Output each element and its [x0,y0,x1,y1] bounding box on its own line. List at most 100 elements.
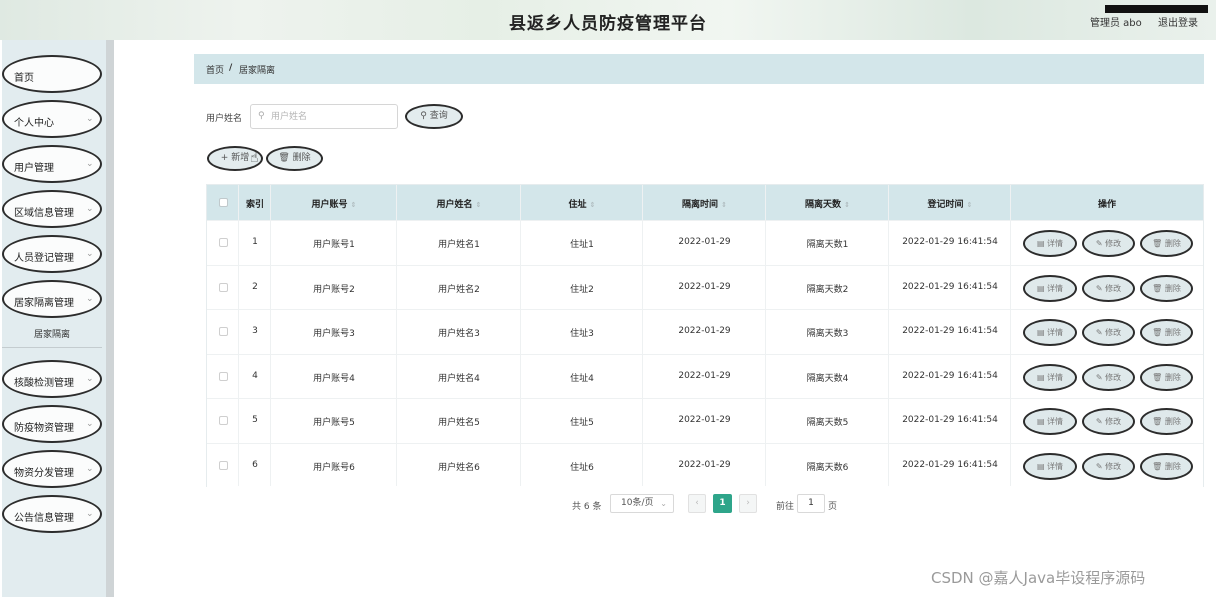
detail-button[interactable]: ▤ 详情 [1023,274,1077,302]
sidebar-item-label: 核酸检测管理 [14,378,74,389]
column-divider [888,185,889,486]
trash-icon: 🗑 [1152,417,1165,427]
doc-icon: ▤ [1036,239,1048,248]
next-page-button[interactable]: › [739,494,757,513]
sidebar-item-home-isolation[interactable]: 居家隔离管理 ⌄ [2,280,102,318]
column-header-account[interactable]: 用户账号 ⇕ [271,197,397,210]
sidebar-item-label: 首页 [14,73,34,84]
chevron-down-icon: ⌄ [86,419,94,429]
current-page-button[interactable]: 1 [713,494,732,513]
detail-button-label: 详情 [1047,417,1064,427]
edit-button-label: 修改 [1105,283,1122,293]
cell-register-time: 2022-01-29 16:41:54 [902,326,998,337]
sidebar-item-users[interactable]: 用户管理 ⌄ [2,145,102,183]
pencil-icon: ✎ [1095,283,1106,293]
cell-isolation-days: 隔离天数1 [806,240,849,250]
detail-button[interactable]: ▤ 详情 [1023,453,1077,480]
row-checkbox[interactable] [219,327,228,337]
logout-link[interactable]: 退出登录 [1158,14,1198,29]
cell-address: 住址2 [570,284,594,295]
prev-page-button[interactable]: ‹ [688,494,706,513]
delete-button[interactable]: 🗑 删除 [1140,319,1193,347]
column-header-isolation-days[interactable]: 隔离天数 ⇕ [766,197,889,210]
sidebar-item-registration[interactable]: 人员登记管理 ⌄ [2,235,102,273]
column-divider [642,185,643,486]
cell-index: 6 [252,460,258,470]
trash-icon: 🗑 [1152,372,1165,382]
detail-button-label: 详情 [1047,372,1064,382]
search-button-label: 查询 [429,111,448,121]
delete-button-label: 删除 [1164,417,1181,427]
delete-button[interactable]: 🗑 删除 [1140,408,1193,436]
delete-button[interactable]: 🗑 删除 [1140,363,1193,391]
column-header-name[interactable]: 用户姓名 ⇕ [397,197,521,210]
edit-button[interactable]: ✎ 修改 [1082,274,1135,302]
breadcrumb-current: 居家隔离 [239,66,276,76]
cell-register-time: 2022-01-29 16:41:54 [902,237,998,247]
redaction-bar [1105,5,1208,13]
sidebar-item-label: 个人中心 [14,118,54,129]
add-button-label: + 新增 [220,153,250,163]
detail-button[interactable]: ▤ 详情 [1023,363,1077,391]
edit-button[interactable]: ✎ 修改 [1082,363,1135,391]
delete-button[interactable]: 🗑 删除 [1140,453,1193,480]
cell-address: 住址4 [570,373,594,384]
row-checkbox[interactable] [219,282,228,292]
detail-button[interactable]: ▤ 详情 [1023,408,1077,436]
edit-button[interactable]: ✎ 修改 [1082,230,1135,257]
submenu-item-home-isolation[interactable]: 居家隔离 [2,322,102,348]
search-input[interactable] [271,109,391,124]
cell-account: 用户账号5 [313,418,355,429]
pencil-icon: ✎ [1095,417,1106,427]
column-divider [520,185,521,486]
cell-isolation-days: 隔离天数4 [806,373,849,384]
detail-button[interactable]: ▤ 详情 [1023,230,1077,257]
breadcrumb-home[interactable]: 首页 [206,63,224,76]
column-header-register-time[interactable]: 登记时间 ⇕ [889,197,1011,210]
cell-address: 住址1 [570,240,594,250]
delete-button[interactable]: 🗑 删除 [1140,230,1193,257]
sidebar-item-supplies[interactable]: 防疫物资管理 ⌄ [2,405,102,443]
sidebar-item-nucleic-test[interactable]: 核酸检测管理 ⌄ [2,360,102,398]
table-row: 2 用户账号2 用户姓名2 住址2 2022-01-29 隔离天数2 2022-01-29 … [207,264,1203,310]
sidebar-item-announcements[interactable]: 公告信息管理 ⌄ [2,495,102,533]
sidebar-scroll-edge[interactable] [106,40,114,597]
page-size-select[interactable]: 10条/页 ⌄ [610,494,674,513]
row-checkbox[interactable] [219,461,228,470]
sidebar-item-distribution[interactable]: 物资分发管理 ⌄ [2,450,102,488]
sidebar-item-home[interactable]: 首页 [2,55,102,93]
chevron-down-icon: ⌄ [86,249,94,259]
column-header-isolation-time[interactable]: 隔离时间 ⇕ [643,197,766,210]
cell-isolation-time: 2022-01-29 [678,415,731,426]
select-all-checkbox[interactable] [219,198,228,207]
delete-button[interactable]: 🗑 删除 [1140,274,1193,302]
cell-isolation-days: 隔离天数3 [806,329,849,340]
table-header: 索引 用户账号 ⇕ 用户姓名 ⇕ 住址 ⇕ 隔离时间 ⇕ 隔离天数 ⇕ 登记时间 ⇕ 操作 [207,185,1203,220]
sidebar-item-label: 用户管理 [14,163,54,174]
delete-button-label: 删除 [1164,283,1181,293]
page-size-value: 10条/页 [621,498,654,508]
row-checkbox[interactable] [219,416,228,426]
goto-page-input[interactable]: 1 [797,494,825,513]
column-header-address[interactable]: 住址 ⇕ [521,197,643,210]
sidebar-item-personal[interactable]: 个人中心 ⌄ [2,100,102,138]
app-title: 县返乡人员防疫管理平台 [509,14,707,34]
doc-icon: ▤ [1036,462,1048,471]
sidebar-item-regions[interactable]: 区域信息管理 ⌄ [2,190,102,228]
table-row: 1 用户账号1 用户姓名1 住址1 2022-01-29 隔离天数1 2022-01-29 … [207,220,1203,265]
batch-delete-button[interactable]: 🗑 删除 [266,146,323,171]
row-checkbox[interactable] [219,238,228,247]
cell-isolation-time: 2022-01-29 [678,460,731,470]
edit-button[interactable]: ✎ 修改 [1082,408,1135,436]
edit-button[interactable]: ✎ 修改 [1082,319,1135,347]
row-checkbox[interactable] [219,371,228,381]
detail-button[interactable]: ▤ 详情 [1023,319,1077,347]
search-button[interactable]: ⚲ 查询 [405,104,463,129]
edit-button[interactable]: ✎ 修改 [1082,453,1135,480]
delete-button-label: 删除 [1164,328,1181,338]
search-field[interactable]: ⚲ [250,104,398,129]
cell-name: 用户姓名3 [438,329,480,340]
column-divider [765,185,766,486]
doc-icon: ▤ [1036,283,1048,293]
chevron-down-icon: ⌄ [86,114,94,124]
